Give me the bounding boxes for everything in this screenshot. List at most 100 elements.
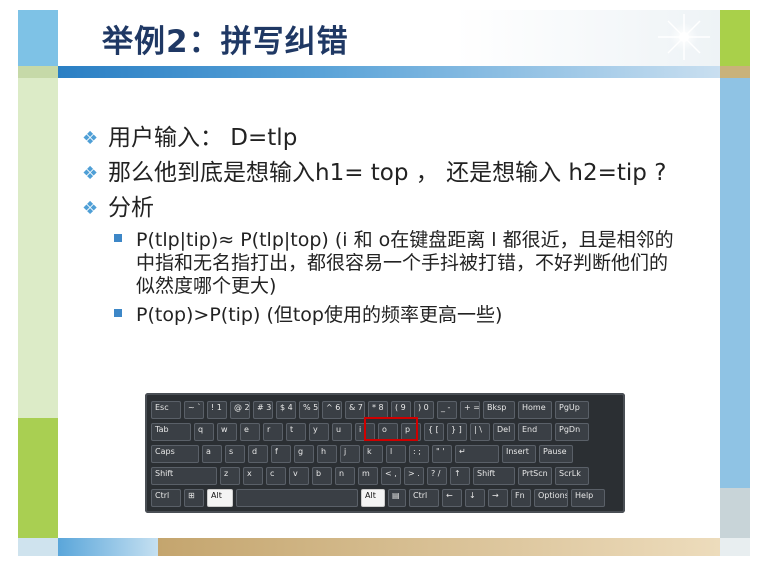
key: v (289, 467, 309, 485)
title-underline (58, 66, 720, 78)
key: _ - (437, 401, 457, 419)
key: g (294, 445, 314, 463)
key: a (202, 445, 222, 463)
footer-tan (158, 538, 720, 556)
key-fn: Fn (511, 489, 531, 507)
key: " ' (432, 445, 452, 463)
footer-right (720, 538, 750, 556)
key: d (248, 445, 268, 463)
frame-right-top (720, 10, 750, 66)
key-space (236, 489, 358, 507)
key: h (317, 445, 337, 463)
key: : ; (409, 445, 429, 463)
bullet-text: P(tlp|tip)≈ P(tlp|top) (i 和 o在键盘距离 l 都很近… (136, 229, 674, 297)
highlight-box (364, 417, 418, 441)
key-up: ↑ (450, 467, 470, 485)
key-enter: ↵ (455, 445, 499, 463)
key: k (363, 445, 383, 463)
key: z (220, 467, 240, 485)
key: m (358, 467, 378, 485)
key: e (240, 423, 260, 441)
key: b (312, 467, 332, 485)
key: > . (404, 467, 424, 485)
bullet-list: ❖ 用户输入： D=tlp ❖ 那么他到底是想输入h1= top ， 还是想输入… (82, 124, 682, 333)
sparkle-icon (658, 14, 710, 60)
frame-left-green (18, 418, 58, 538)
bullet-text: P(top)>P(tip) (但top使用的频率更高一些) (136, 304, 503, 326)
key: c (266, 467, 286, 485)
slide: 举例2：拼写纠错 ❖ 用户输入： D=tlp ❖ 那么他到底是想输入h1= to… (0, 0, 760, 566)
slide-title: 举例2：拼写纠错 (102, 24, 349, 60)
key: { [ (424, 423, 444, 441)
key-help: Help (571, 489, 605, 507)
bullet-analysis: ❖ 分析 (82, 194, 682, 223)
key: r (263, 423, 283, 441)
key-prtscn: PrtScn (518, 467, 552, 485)
key-backspace: Bksp (483, 401, 515, 419)
frame-left-stripe-2 (18, 78, 58, 418)
frame-left-stripe-1 (18, 66, 58, 78)
key: ~ ` (184, 401, 204, 419)
key: < , (381, 467, 401, 485)
key-left: ← (442, 489, 462, 507)
key-alt-right: Alt (361, 489, 385, 507)
footer-blue (58, 538, 158, 556)
key-right: → (488, 489, 508, 507)
bullet-text: 分析 (108, 195, 154, 221)
key: u (332, 423, 352, 441)
key: j (340, 445, 360, 463)
key: w (217, 423, 237, 441)
key: n (335, 467, 355, 485)
frame-right-gray (720, 488, 750, 538)
key-end: End (518, 423, 552, 441)
diamond-bullet-icon: ❖ (82, 128, 99, 149)
key: f (271, 445, 291, 463)
diamond-bullet-icon: ❖ (82, 163, 99, 184)
key-del: Del (493, 423, 515, 441)
key: y (309, 423, 329, 441)
key: t (286, 423, 306, 441)
sub-bullet-likelihood: P(tlp|tip)≈ P(tlp|top) (i 和 o在键盘距离 l 都很近… (112, 229, 681, 298)
key-caps: Caps (151, 445, 199, 463)
sub-bullet-prior: P(top)>P(tip) (但top使用的频率更高一些) (112, 304, 681, 327)
menu-icon: ▤ (388, 489, 406, 507)
key-down: ↓ (465, 489, 485, 507)
frame-right-blue (720, 78, 750, 488)
key-home: Home (518, 401, 552, 419)
key-pgdn: PgDn (555, 423, 589, 441)
key: ! 1 (207, 401, 227, 419)
key: @ 2 (230, 401, 250, 419)
diamond-bullet-icon: ❖ (82, 198, 99, 219)
square-bullet-icon (114, 234, 122, 242)
key: % 5 (299, 401, 319, 419)
frame-left-top (18, 10, 58, 66)
key-l: l (386, 445, 406, 463)
bullet-text: 用户输入： D=tlp (108, 125, 298, 151)
key: q (194, 423, 214, 441)
key: x (243, 467, 263, 485)
key: & 7 (345, 401, 365, 419)
key: } ] (447, 423, 467, 441)
key: s (225, 445, 245, 463)
windows-icon: ⊞ (184, 489, 204, 507)
frame-left-bottom (18, 538, 58, 556)
bullet-user-input: ❖ 用户输入： D=tlp (82, 124, 682, 153)
key-alt-left: Alt (207, 489, 233, 507)
bullet-question: ❖ 那么他到底是想输入h1= top ， 还是想输入 h2=tip ? (82, 159, 698, 188)
key-ctrl-right: Ctrl (409, 489, 439, 507)
key: ^ 6 (322, 401, 342, 419)
key-pgup: PgUp (555, 401, 589, 419)
key: + = (460, 401, 480, 419)
key-pause: Pause (539, 445, 573, 463)
keyboard-image: Esc ~ ` ! 1 @ 2 # 3 $ 4 % 5 ^ 6 & 7 * 8 … (145, 393, 625, 513)
key-shift-right: Shift (473, 467, 515, 485)
key: | \ (470, 423, 490, 441)
key-scrlk: ScrLk (555, 467, 589, 485)
square-bullet-icon (114, 309, 122, 317)
key-tab: Tab (151, 423, 191, 441)
key-insert: Insert (502, 445, 536, 463)
key: $ 4 (276, 401, 296, 419)
key-shift-left: Shift (151, 467, 217, 485)
bullet-text: 那么他到底是想输入h1= top ， 还是想输入 h2=tip ? (108, 160, 667, 186)
key-ctrl-left: Ctrl (151, 489, 181, 507)
